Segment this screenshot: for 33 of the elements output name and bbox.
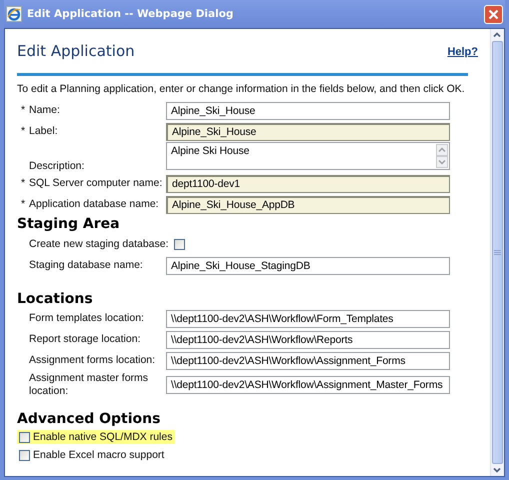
required-marker: * xyxy=(21,198,26,211)
input-field[interactable]: \\dept1100-dev2\ASH\Workflow\Assignment_Master_Forms xyxy=(166,376,450,394)
field-label: Report storage location: xyxy=(29,333,140,346)
input-field[interactable]: dept1100-dev1 xyxy=(166,174,450,192)
input-field[interactable]: \\dept1100-dev2\ASH\Workflow\Reports xyxy=(166,330,450,348)
input-field[interactable]: Alpine_Ski_House xyxy=(166,122,450,140)
required-marker: * xyxy=(21,125,26,138)
field-label: SQL Server computer name: xyxy=(29,177,162,190)
input-field[interactable]: \\dept1100-dev2\ASH\Workflow\Form_Templates xyxy=(166,310,450,328)
section-heading: Advanced Options xyxy=(16,410,162,428)
window-title: Edit Application -- Webpage Dialog xyxy=(27,8,234,20)
field-label: Name: xyxy=(29,104,60,117)
field-label: Label: xyxy=(29,125,58,138)
field-label: Staging database name: xyxy=(29,259,143,272)
section-heading: Staging Area xyxy=(16,215,121,233)
input-field[interactable]: Alpine_Ski_House xyxy=(166,102,450,120)
checkbox-label: Enable Excel macro support xyxy=(33,449,164,461)
field-label: Assignment forms location: xyxy=(29,354,156,367)
page-heading: Edit Application xyxy=(17,42,135,60)
input-field[interactable]: Alpine_Ski_House_StagingDB xyxy=(166,256,450,274)
input-field[interactable]: \\dept1100-dev2\ASH\Workflow\Assignment_Forms xyxy=(166,352,450,370)
instructions-text: To edit a Planning application, enter or change information in the fields below, and then click OK. xyxy=(17,82,465,96)
field-label: Description: xyxy=(29,160,84,173)
section-heading: Locations xyxy=(16,290,94,308)
required-marker: * xyxy=(21,104,26,117)
field-label: Application database name: xyxy=(29,198,159,211)
help-link[interactable]: Help? xyxy=(447,46,478,58)
required-marker: * xyxy=(21,177,26,190)
checkbox-label: Create new staging database: xyxy=(29,238,170,250)
input-field[interactable]: Alpine_Ski_House_AppDB xyxy=(166,196,450,214)
field-label: Assignment master forms location: xyxy=(29,372,150,398)
field-label: Form templates location: xyxy=(29,312,144,325)
checkbox-label: Enable native SQL/MDX rules xyxy=(33,431,172,443)
